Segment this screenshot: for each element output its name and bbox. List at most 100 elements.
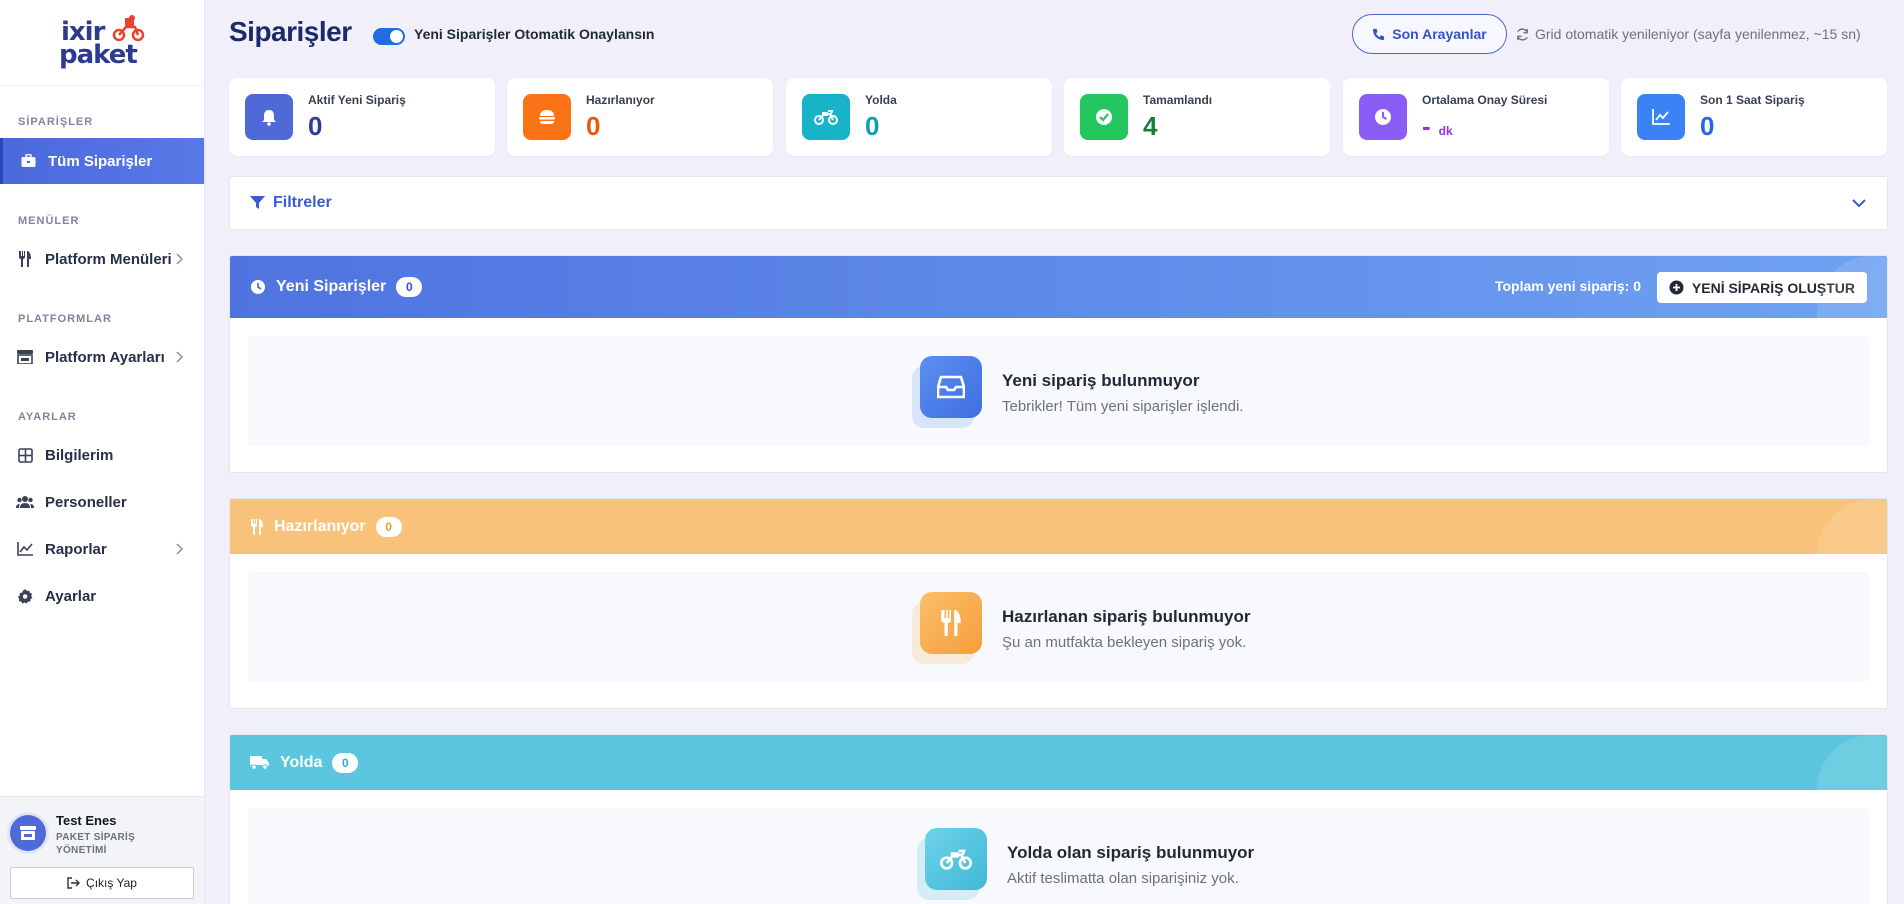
sidebar-item-label: Ayarlar [45,587,97,605]
sidebar-item-my-info[interactable]: Bilgilerim [0,432,204,478]
sidebar-item-reports[interactable]: Raporlar [0,526,204,572]
filters-panel[interactable]: Filtreler [229,176,1888,230]
count-badge: 0 [375,516,402,537]
stat-label: Tamamlandı [1143,93,1213,107]
empty-subtitle: Aktif teslimatta olan siparişiniz yok. [1007,870,1239,887]
auto-refresh-note: Grid otomatik yenileniyor (sayfa yenilen… [1516,26,1861,42]
panel-header: Yolda 0 [230,735,1887,790]
users-icon [16,493,34,511]
motorcycle-icon [925,828,987,890]
utensils-icon [920,592,982,654]
section-label-menus: MENÜLER [18,215,80,227]
sidebar-item-all-orders[interactable]: Tüm Siparişler [0,138,204,184]
count-badge: 0 [396,277,423,297]
section-label-orders: SİPARİŞLER [18,116,94,128]
stat-value: - dk [1422,111,1453,141]
panel-on-way: Yolda 0 Yolda olan sipariş bulunmuyor Ak… [229,734,1888,904]
stat-card-avg-approval: Ortalama Onay Süresi - dk [1343,78,1609,156]
stat-label: Yolda [865,93,897,107]
store-icon [20,826,36,840]
stat-value: 0 [1700,111,1715,141]
header-decoration [1817,499,1887,554]
sidebar-item-label: Personeller [45,493,127,511]
store-icon [16,348,34,366]
auto-approve-label: Yeni Siparişler Otomatik Onaylansın [414,26,655,42]
stat-value: 0 [308,111,323,141]
page-title: Siparişler [229,16,352,47]
empty-state: Hazırlanan sipariş bulunmuyor Şu an mutf… [248,572,1869,682]
avatar[interactable] [10,815,46,851]
stat-unit: dk [1438,124,1453,138]
chevron-right-icon [176,351,184,363]
empty-title: Yeni sipariş bulunmuyor [1002,371,1200,390]
utensils-icon [16,250,34,268]
user-profile: Test Enes PAKET SİPARİŞ YÖNETİMİ Çıkış Y… [0,796,204,904]
user-role: PAKET SİPARİŞ YÖNETİMİ [56,832,136,856]
chevron-right-icon [176,253,184,265]
empty-state: Yeni sipariş bulunmuyor Tebrikler! Tüm y… [248,336,1869,446]
burger-icon [523,94,571,140]
recent-callers-button[interactable]: Son Arayanlar [1352,14,1507,54]
panel-header: Hazırlanıyor 0 [230,499,1887,554]
sidebar-item-label: Raporlar [45,540,107,558]
filters-toggle[interactable]: Filtreler [250,194,332,212]
sidebar-item-label: Tüm Siparişler [48,152,153,170]
stat-value: 0 [586,111,601,141]
phone-icon [1373,28,1385,40]
auto-approve-toggle[interactable] [373,28,405,45]
motorcycle-icon [802,94,850,140]
user-name: Test Enes [56,813,117,828]
empty-title: Hazırlanan sipariş bulunmuyor [1002,607,1251,626]
refresh-icon [1517,27,1528,41]
panel-title: Hazırlanıyor [274,517,366,535]
section-label-platforms: PLATFORMLAR [18,313,112,325]
stat-card-last-hour: Son 1 Saat Sipariş 0 [1621,78,1887,156]
total-new-orders: Toplam yeni sipariş: 0 [1494,278,1641,294]
stat-value: 0 [865,111,880,141]
brand-logo[interactable]: ixir paket [57,14,147,71]
section-label-settings: AYARLAR [18,411,77,423]
grid-icon [16,446,34,464]
empty-subtitle: Şu an mutfakta bekleyen sipariş yok. [1002,634,1247,651]
panel-new-orders: Yeni Siparişler 0 Toplam yeni sipariş: 0… [229,255,1888,473]
empty-subtitle: Tebrikler! Tüm yeni siparişler işlendi. [1002,398,1244,415]
motorcycle-logo-icon [112,14,145,41]
bell-icon [245,94,293,140]
check-circle-icon [1080,94,1128,140]
sidebar-item-staff[interactable]: Personeller [0,479,204,525]
utensils-icon [251,518,263,535]
sidebar-item-settings[interactable]: Ayarlar [0,573,204,619]
header-decoration [1817,256,1887,318]
count-badge: 0 [332,752,359,773]
chevron-down-icon[interactable] [1851,197,1867,209]
header-decoration [1817,735,1887,790]
truck-icon [250,756,269,770]
empty-state: Yolda olan sipariş bulunmuyor Aktif tesl… [248,808,1869,904]
panel-title: Yolda [280,753,323,771]
sidebar-item-platform-menus[interactable]: Platform Menüleri [0,236,204,282]
logout-button[interactable]: Çıkış Yap [10,867,194,899]
sidebar-item-label: Bilgilerim [45,446,114,464]
sidebar: ixir paket SİPARİŞLER Tüm Siparişler MEN… [0,0,205,904]
clock-icon [1359,94,1407,140]
stat-label: Son 1 Saat Sipariş [1700,93,1805,107]
panel-title: Yeni Siparişler [276,278,387,295]
stat-label: Hazırlanıyor [586,93,655,107]
briefcase-icon [19,152,37,170]
empty-title: Yolda olan sipariş bulunmuyor [1007,843,1255,862]
chart-icon [16,540,34,558]
filter-icon [250,196,265,209]
chevron-right-icon [176,543,184,555]
logo-area: ixir paket [0,0,204,86]
panel-header: Yeni Siparişler 0 Toplam yeni sipariş: 0… [230,256,1887,318]
line-chart-icon [1637,94,1685,140]
stat-value: 4 [1143,111,1158,141]
gear-icon [16,587,34,605]
stat-label: Aktif Yeni Sipariş [308,93,406,107]
stat-card-preparing: Hazırlanıyor 0 [507,78,773,156]
stat-card-on-way: Yolda 0 [786,78,1052,156]
panel-preparing: Hazırlanıyor 0 Hazırlanan sipariş bulunm… [229,498,1888,709]
sidebar-item-platform-settings[interactable]: Platform Ayarları [0,334,204,380]
inbox-icon [920,356,982,418]
stat-label: Ortalama Onay Süresi [1422,93,1548,107]
